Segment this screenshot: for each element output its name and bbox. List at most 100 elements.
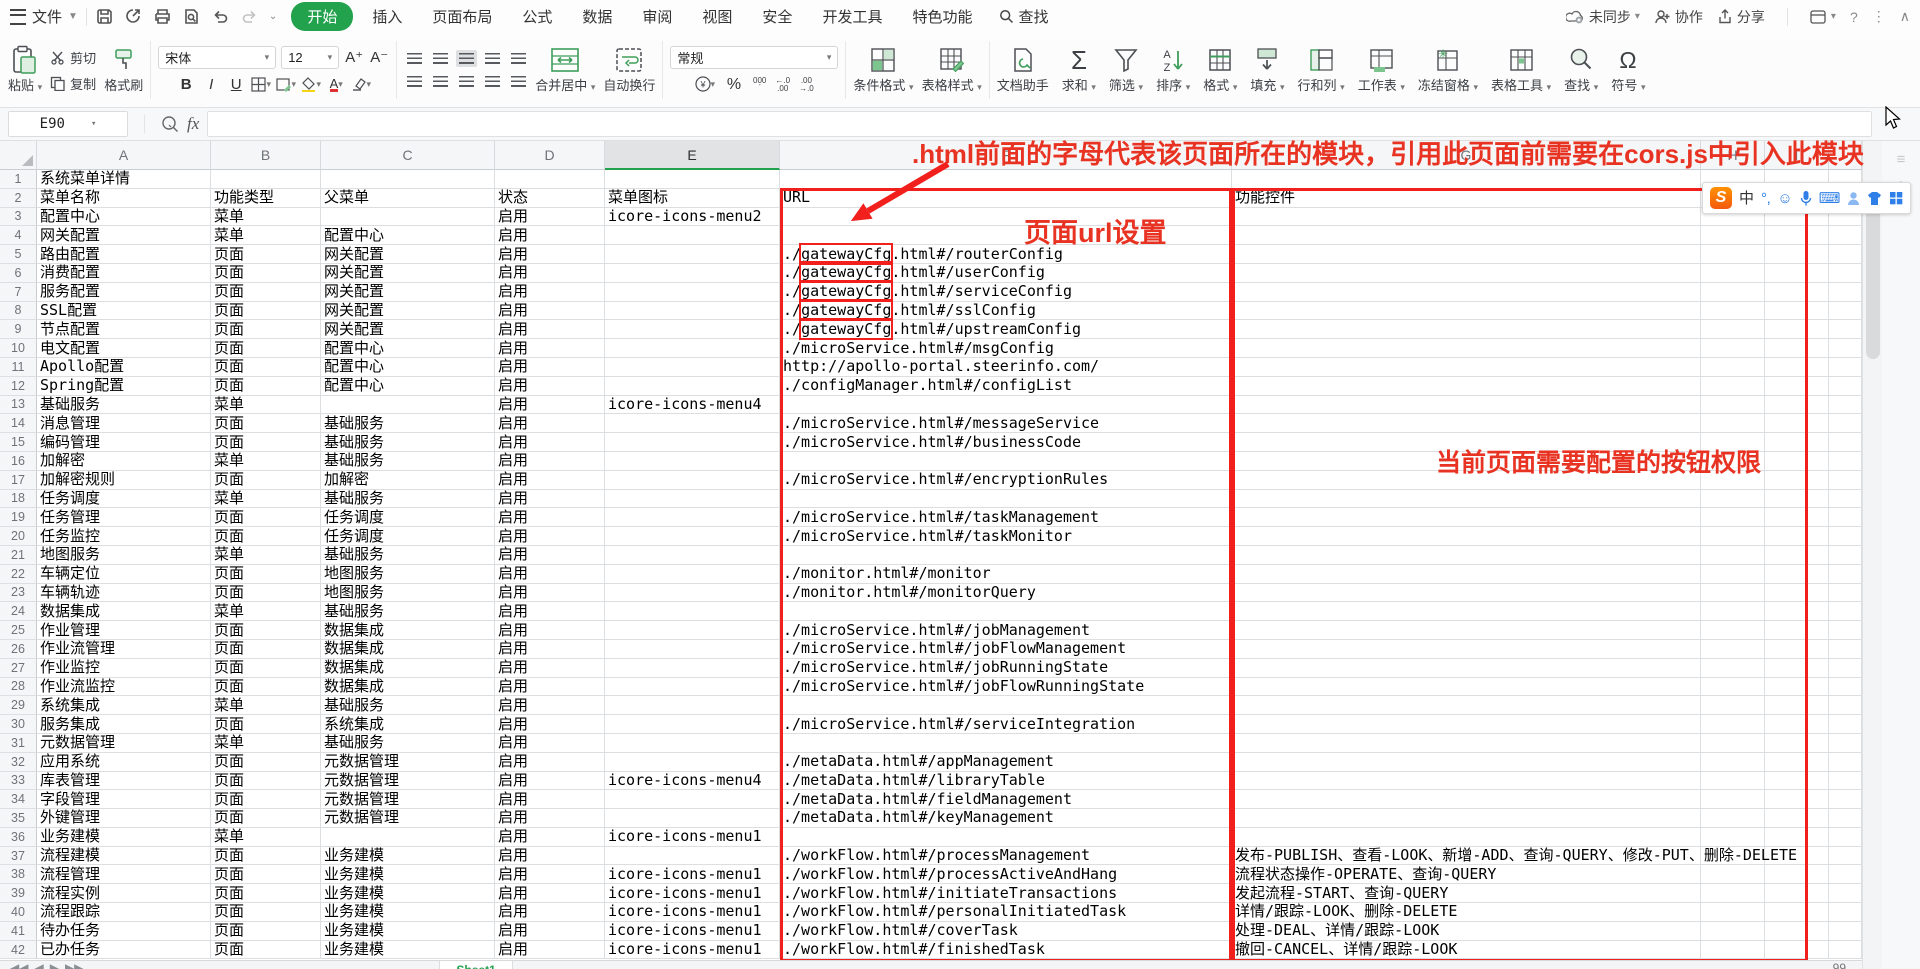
sidebar-menu-icon[interactable]: ≡ <box>1897 151 1906 168</box>
wrap-text-button[interactable]: 自动换行 <box>603 46 655 94</box>
row-header-25[interactable]: 25 <box>0 621 37 640</box>
cell-stub40[interactable] <box>1829 903 1862 922</box>
cell-G24[interactable] <box>1232 602 1701 621</box>
cell-G26[interactable] <box>1232 640 1701 659</box>
cell-H13[interactable] <box>1701 396 1765 415</box>
cell-stub18[interactable] <box>1829 490 1862 509</box>
cell-stub7[interactable] <box>1829 283 1862 302</box>
align-right-icon[interactable] <box>456 73 477 90</box>
cell-stub15[interactable] <box>1829 433 1862 452</box>
cell-H18[interactable] <box>1701 490 1765 509</box>
cell-D27[interactable]: 启用 <box>495 659 605 678</box>
cell-E35[interactable] <box>605 809 780 828</box>
cell-H41[interactable] <box>1701 922 1765 941</box>
clear-format-button[interactable]: ▾ <box>351 75 371 95</box>
cell-C15[interactable]: 基础服务 <box>321 433 495 452</box>
cell-I15[interactable] <box>1765 433 1829 452</box>
cell-stub31[interactable] <box>1829 734 1862 753</box>
cell-E28[interactable] <box>605 678 780 697</box>
align-bottom-icon[interactable] <box>456 50 477 67</box>
cell-A15[interactable]: 编码管理 <box>37 433 211 452</box>
cell-G39[interactable]: 发起流程-START、查询-QUERY <box>1232 884 1701 903</box>
cell-I16[interactable] <box>1765 452 1829 471</box>
cell-F20[interactable]: ./microService.html#/taskMonitor <box>780 527 1232 546</box>
cell-stub39[interactable] <box>1829 884 1862 903</box>
cell-F6[interactable]: ./gatewayCfg.html#/userConfig <box>780 264 1232 283</box>
cell-I21[interactable] <box>1765 546 1829 565</box>
ime-skin-icon[interactable] <box>1867 191 1882 205</box>
cell-E4[interactable] <box>605 226 780 245</box>
row-header-1[interactable]: 1 <box>0 170 37 189</box>
cell-A23[interactable]: 车辆轨迹 <box>37 584 211 603</box>
cell-G37[interactable]: 发布-PUBLISH、查看-LOOK、新增-ADD、查询-QUERY、修改-PU… <box>1232 847 1701 866</box>
cell-A24[interactable]: 数据集成 <box>37 602 211 621</box>
cell-H10[interactable] <box>1701 339 1765 358</box>
number-format-select[interactable]: 常规▾ <box>670 46 838 69</box>
cell-I32[interactable] <box>1765 753 1829 772</box>
cell-I25[interactable] <box>1765 621 1829 640</box>
percent-format-icon[interactable]: % <box>724 75 744 95</box>
cell-C20[interactable]: 任务调度 <box>321 527 495 546</box>
more-commands-icon[interactable]: ⌄ <box>269 11 277 22</box>
cell-H36[interactable] <box>1701 828 1765 847</box>
cell-F29[interactable] <box>780 696 1232 715</box>
cell-D39[interactable]: 启用 <box>495 884 605 903</box>
cell-G36[interactable] <box>1232 828 1701 847</box>
cell-D32[interactable]: 启用 <box>495 753 605 772</box>
cell-E14[interactable] <box>605 414 780 433</box>
cell-stub38[interactable] <box>1829 865 1862 884</box>
cell-A25[interactable]: 作业管理 <box>37 621 211 640</box>
interface-settings-button[interactable]: ▾ <box>1810 10 1836 24</box>
cell-E33[interactable]: icore-icons-menu4 <box>605 772 780 791</box>
column-header-B[interactable]: B <box>211 141 321 170</box>
cell-E7[interactable] <box>605 283 780 302</box>
cell-H35[interactable] <box>1701 809 1765 828</box>
cell-F22[interactable]: ./monitor.html#/monitor <box>780 565 1232 584</box>
increase-font-icon[interactable]: A⁺ <box>344 47 364 67</box>
cell-stub4[interactable] <box>1829 226 1862 245</box>
cell-G29[interactable] <box>1232 696 1701 715</box>
collaborate-button[interactable]: 协作 <box>1654 7 1703 27</box>
tab-8[interactable]: 开发工具 <box>811 3 893 30</box>
row-header-9[interactable]: 9 <box>0 320 37 339</box>
ime-keyboard-icon[interactable]: ⌨ <box>1819 191 1841 206</box>
row-header-33[interactable]: 33 <box>0 772 37 791</box>
cell-F32[interactable]: ./metaData.html#/appManagement <box>780 753 1232 772</box>
ime-punctuation-icon[interactable]: °‚ <box>1761 191 1770 206</box>
cell-B3[interactable]: 菜单 <box>211 208 321 227</box>
cell-D41[interactable]: 启用 <box>495 922 605 941</box>
cell-B24[interactable]: 菜单 <box>211 602 321 621</box>
cell-B17[interactable]: 页面 <box>211 471 321 490</box>
cell-E23[interactable] <box>605 584 780 603</box>
cell-I38[interactable] <box>1765 865 1829 884</box>
cell-H23[interactable] <box>1701 584 1765 603</box>
cell-F13[interactable] <box>780 396 1232 415</box>
cell-D2[interactable]: 状态 <box>495 189 605 208</box>
font-size-select[interactable]: 12▾ <box>281 46 339 69</box>
tab-7[interactable]: 安全 <box>751 3 803 30</box>
cell-C6[interactable]: 网关配置 <box>321 264 495 283</box>
cell-G38[interactable]: 流程状态操作-OPERATE、查询-QUERY <box>1232 865 1701 884</box>
increase-decimal-icon[interactable]: ←.0.00 <box>775 77 790 93</box>
distribute-icon[interactable] <box>508 73 529 90</box>
cell-B39[interactable]: 页面 <box>211 884 321 903</box>
cell-A21[interactable]: 地图服务 <box>37 546 211 565</box>
cell-B36[interactable]: 菜单 <box>211 828 321 847</box>
cell-D23[interactable]: 启用 <box>495 584 605 603</box>
row-header-22[interactable]: 22 <box>0 565 37 584</box>
cell-C26[interactable]: 数据集成 <box>321 640 495 659</box>
cell-H31[interactable] <box>1701 734 1765 753</box>
cell-E24[interactable] <box>605 602 780 621</box>
ribbon-tool-sortaz[interactable]: AZ排序 ▾ <box>1156 46 1190 94</box>
column-header-D[interactable]: D <box>495 141 605 170</box>
share-button[interactable]: 分享 <box>1717 7 1765 27</box>
save-icon[interactable] <box>95 7 114 26</box>
cell-C37[interactable]: 业务建模 <box>321 847 495 866</box>
cell-A2[interactable]: 菜单名称 <box>37 189 211 208</box>
cell-A41[interactable]: 待办任务 <box>37 922 211 941</box>
row-header-6[interactable]: 6 <box>0 264 37 283</box>
italic-button[interactable]: I <box>201 75 221 95</box>
cell-F17[interactable]: ./microService.html#/encryptionRules <box>780 471 1232 490</box>
cell-G25[interactable] <box>1232 621 1701 640</box>
cell-H11[interactable] <box>1701 358 1765 377</box>
